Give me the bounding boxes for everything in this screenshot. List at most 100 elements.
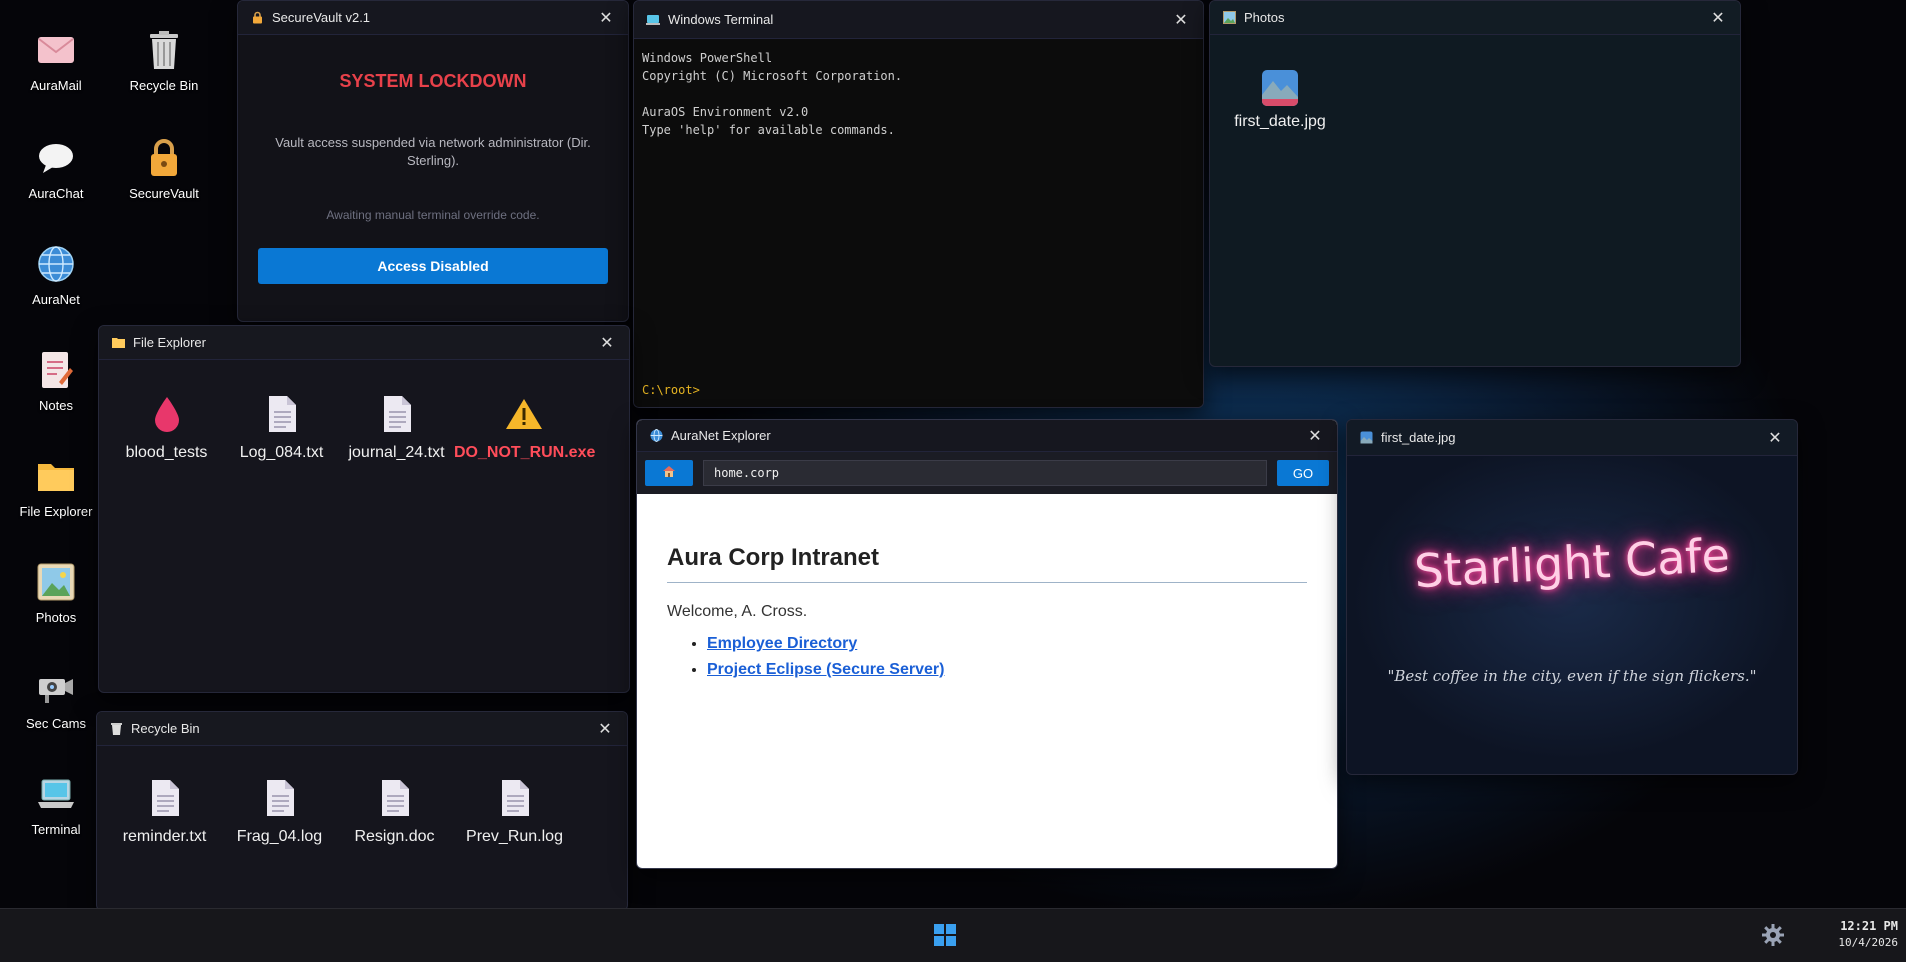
window-title: first_date.jpg <box>1381 430 1456 445</box>
lockdown-heading: SYSTEM LOCKDOWN <box>339 71 527 91</box>
close-icon[interactable]: ✕ <box>1305 426 1325 446</box>
desktop-icon-auranet[interactable]: AuraNet <box>6 242 106 307</box>
laptop-icon <box>34 772 78 816</box>
blood-drop-icon <box>147 392 187 436</box>
home-button[interactable] <box>645 460 693 486</box>
terminal-line: AuraOS Environment v2.0 <box>642 105 809 119</box>
globe-icon <box>649 429 663 443</box>
file-name: DO_NOT_RUN.exe <box>454 444 596 461</box>
file-item-reminder[interactable]: reminder.txt <box>107 776 222 846</box>
file-item-log-084[interactable]: Log_084.txt <box>224 392 339 462</box>
vault-status: Awaiting manual terminal override code. <box>326 208 540 222</box>
window-titlebar[interactable]: Windows Terminal ✕ <box>634 1 1203 39</box>
image-file-icon <box>1261 69 1299 107</box>
document-icon <box>377 392 417 436</box>
desktop-icon-label: Notes <box>39 398 73 413</box>
link-project-eclipse[interactable]: Project Eclipse (Secure Server) <box>707 661 944 678</box>
desktop-icon-file-explorer[interactable]: File Explorer <box>6 454 106 519</box>
window-titlebar[interactable]: first_date.jpg ✕ <box>1347 420 1797 456</box>
folder-icon <box>34 454 78 498</box>
window-titlebar[interactable]: AuraNet Explorer ✕ <box>637 420 1337 452</box>
clock[interactable]: 12:21 PM 10/4/2026 <box>1808 919 1898 949</box>
taskbar: 12:21 PM 10/4/2026 <box>0 908 1906 962</box>
auranet-window: AuraNet Explorer ✕ GO Aura Corp Intranet… <box>636 419 1338 869</box>
settings-button[interactable] <box>1762 924 1786 948</box>
window-titlebar[interactable]: File Explorer ✕ <box>99 326 629 360</box>
desktop-icon-label: File Explorer <box>19 504 93 519</box>
window-title: Windows Terminal <box>668 12 774 27</box>
window-title: Photos <box>1244 10 1285 25</box>
terminal-prompt[interactable]: C:\root> <box>642 381 700 399</box>
access-disabled-button[interactable]: Access Disabled <box>258 248 608 284</box>
file-name: reminder.txt <box>122 828 207 845</box>
clock-time: 12:21 PM <box>1840 919 1898 933</box>
desktop-icon-label: Photos <box>35 610 77 625</box>
notepad-icon <box>34 348 78 392</box>
photo-icon <box>34 560 78 604</box>
link-employee-directory[interactable]: Employee Directory <box>707 635 857 652</box>
close-icon[interactable]: ✕ <box>596 8 616 28</box>
start-button[interactable] <box>934 924 958 948</box>
file-item-do-not-run[interactable]: DO_NOT_RUN.exe <box>454 392 596 462</box>
desktop-icon-terminal[interactable]: Terminal <box>6 772 106 837</box>
file-grid: reminder.txt Frag_04.log Resign.doc Prev… <box>97 746 627 870</box>
close-icon[interactable]: ✕ <box>595 719 615 739</box>
close-icon[interactable]: ✕ <box>1171 10 1191 30</box>
desktop-icon-auramail[interactable]: AuraMail <box>6 28 106 93</box>
photo-icon <box>1222 11 1236 25</box>
desktop-icon-photos[interactable]: Photos <box>6 560 106 625</box>
document-icon <box>375 776 415 820</box>
address-input[interactable] <box>703 460 1267 486</box>
desktop-icon-label: Terminal <box>31 822 81 837</box>
close-icon[interactable]: ✕ <box>1708 8 1728 28</box>
terminal-output[interactable]: Windows PowerShell Copyright (C) Microso… <box>634 39 1203 407</box>
file-explorer-window: File Explorer ✕ blood_tests Log_084.txt … <box>98 325 630 693</box>
close-icon[interactable]: ✕ <box>1765 428 1785 448</box>
terminal-line: Type 'help' for available commands. <box>642 123 895 137</box>
document-icon <box>260 776 300 820</box>
file-item-prev-run[interactable]: Prev_Run.log <box>452 776 577 846</box>
window-titlebar[interactable]: SecureVault v2.1 ✕ <box>238 1 628 35</box>
lock-icon <box>142 136 186 180</box>
photo-viewer-window: first_date.jpg ✕ Starlight Cafe "Best co… <box>1346 419 1798 775</box>
go-button[interactable]: GO <box>1277 460 1329 486</box>
security-camera-icon <box>34 666 78 710</box>
desktop-icon-recycle-bin[interactable]: Recycle Bin <box>114 28 214 93</box>
photo-caption: "Best coffee in the city, even if the si… <box>1387 667 1757 685</box>
desktop-icon-aurachat[interactable]: AuraChat <box>6 136 106 201</box>
globe-icon <box>34 242 78 286</box>
file-grid: blood_tests Log_084.txt journal_24.txt D… <box>99 360 629 486</box>
window-titlebar[interactable]: Recycle Bin ✕ <box>97 712 627 746</box>
desktop-icon-securevault[interactable]: SecureVault <box>114 136 214 201</box>
document-icon <box>495 776 535 820</box>
close-icon[interactable]: ✕ <box>597 333 617 353</box>
file-item-resign[interactable]: Resign.doc <box>337 776 452 846</box>
trash-icon <box>109 722 123 736</box>
desktop-icon-label: AuraChat <box>28 186 84 201</box>
file-name: journal_24.txt <box>348 444 445 461</box>
house-icon <box>662 465 676 481</box>
file-item-frag-04[interactable]: Frag_04.log <box>222 776 337 846</box>
photos-window: Photos ✕ first_date.jpg <box>1209 0 1741 367</box>
gear-icon <box>1762 924 1784 950</box>
photo-image: Starlight Cafe "Best coffee in the city,… <box>1347 456 1797 774</box>
desktop-icon-sec-cams[interactable]: Sec Cams <box>6 666 106 731</box>
window-titlebar[interactable]: Photos ✕ <box>1210 1 1740 35</box>
file-item-blood-tests[interactable]: blood_tests <box>109 392 224 462</box>
terminal-line: Windows PowerShell <box>642 51 773 65</box>
file-name: Prev_Run.log <box>466 828 563 845</box>
windows-logo-icon <box>934 924 956 950</box>
file-item-journal-24[interactable]: journal_24.txt <box>339 392 454 462</box>
terminal-icon <box>646 13 660 27</box>
desktop-icon-label: AuraMail <box>30 78 82 93</box>
file-name: blood_tests <box>125 444 208 461</box>
warning-icon <box>504 392 544 436</box>
window-title: Recycle Bin <box>131 721 200 736</box>
terminal-window: Windows Terminal ✕ Windows PowerShell Co… <box>633 0 1204 408</box>
photo-file-item[interactable]: first_date.jpg <box>1225 69 1335 131</box>
desktop-icon-notes[interactable]: Notes <box>6 348 106 413</box>
desktop-icon-label: AuraNet <box>32 292 80 307</box>
file-name: first_date.jpg <box>1234 113 1326 130</box>
file-name: Frag_04.log <box>236 828 323 845</box>
